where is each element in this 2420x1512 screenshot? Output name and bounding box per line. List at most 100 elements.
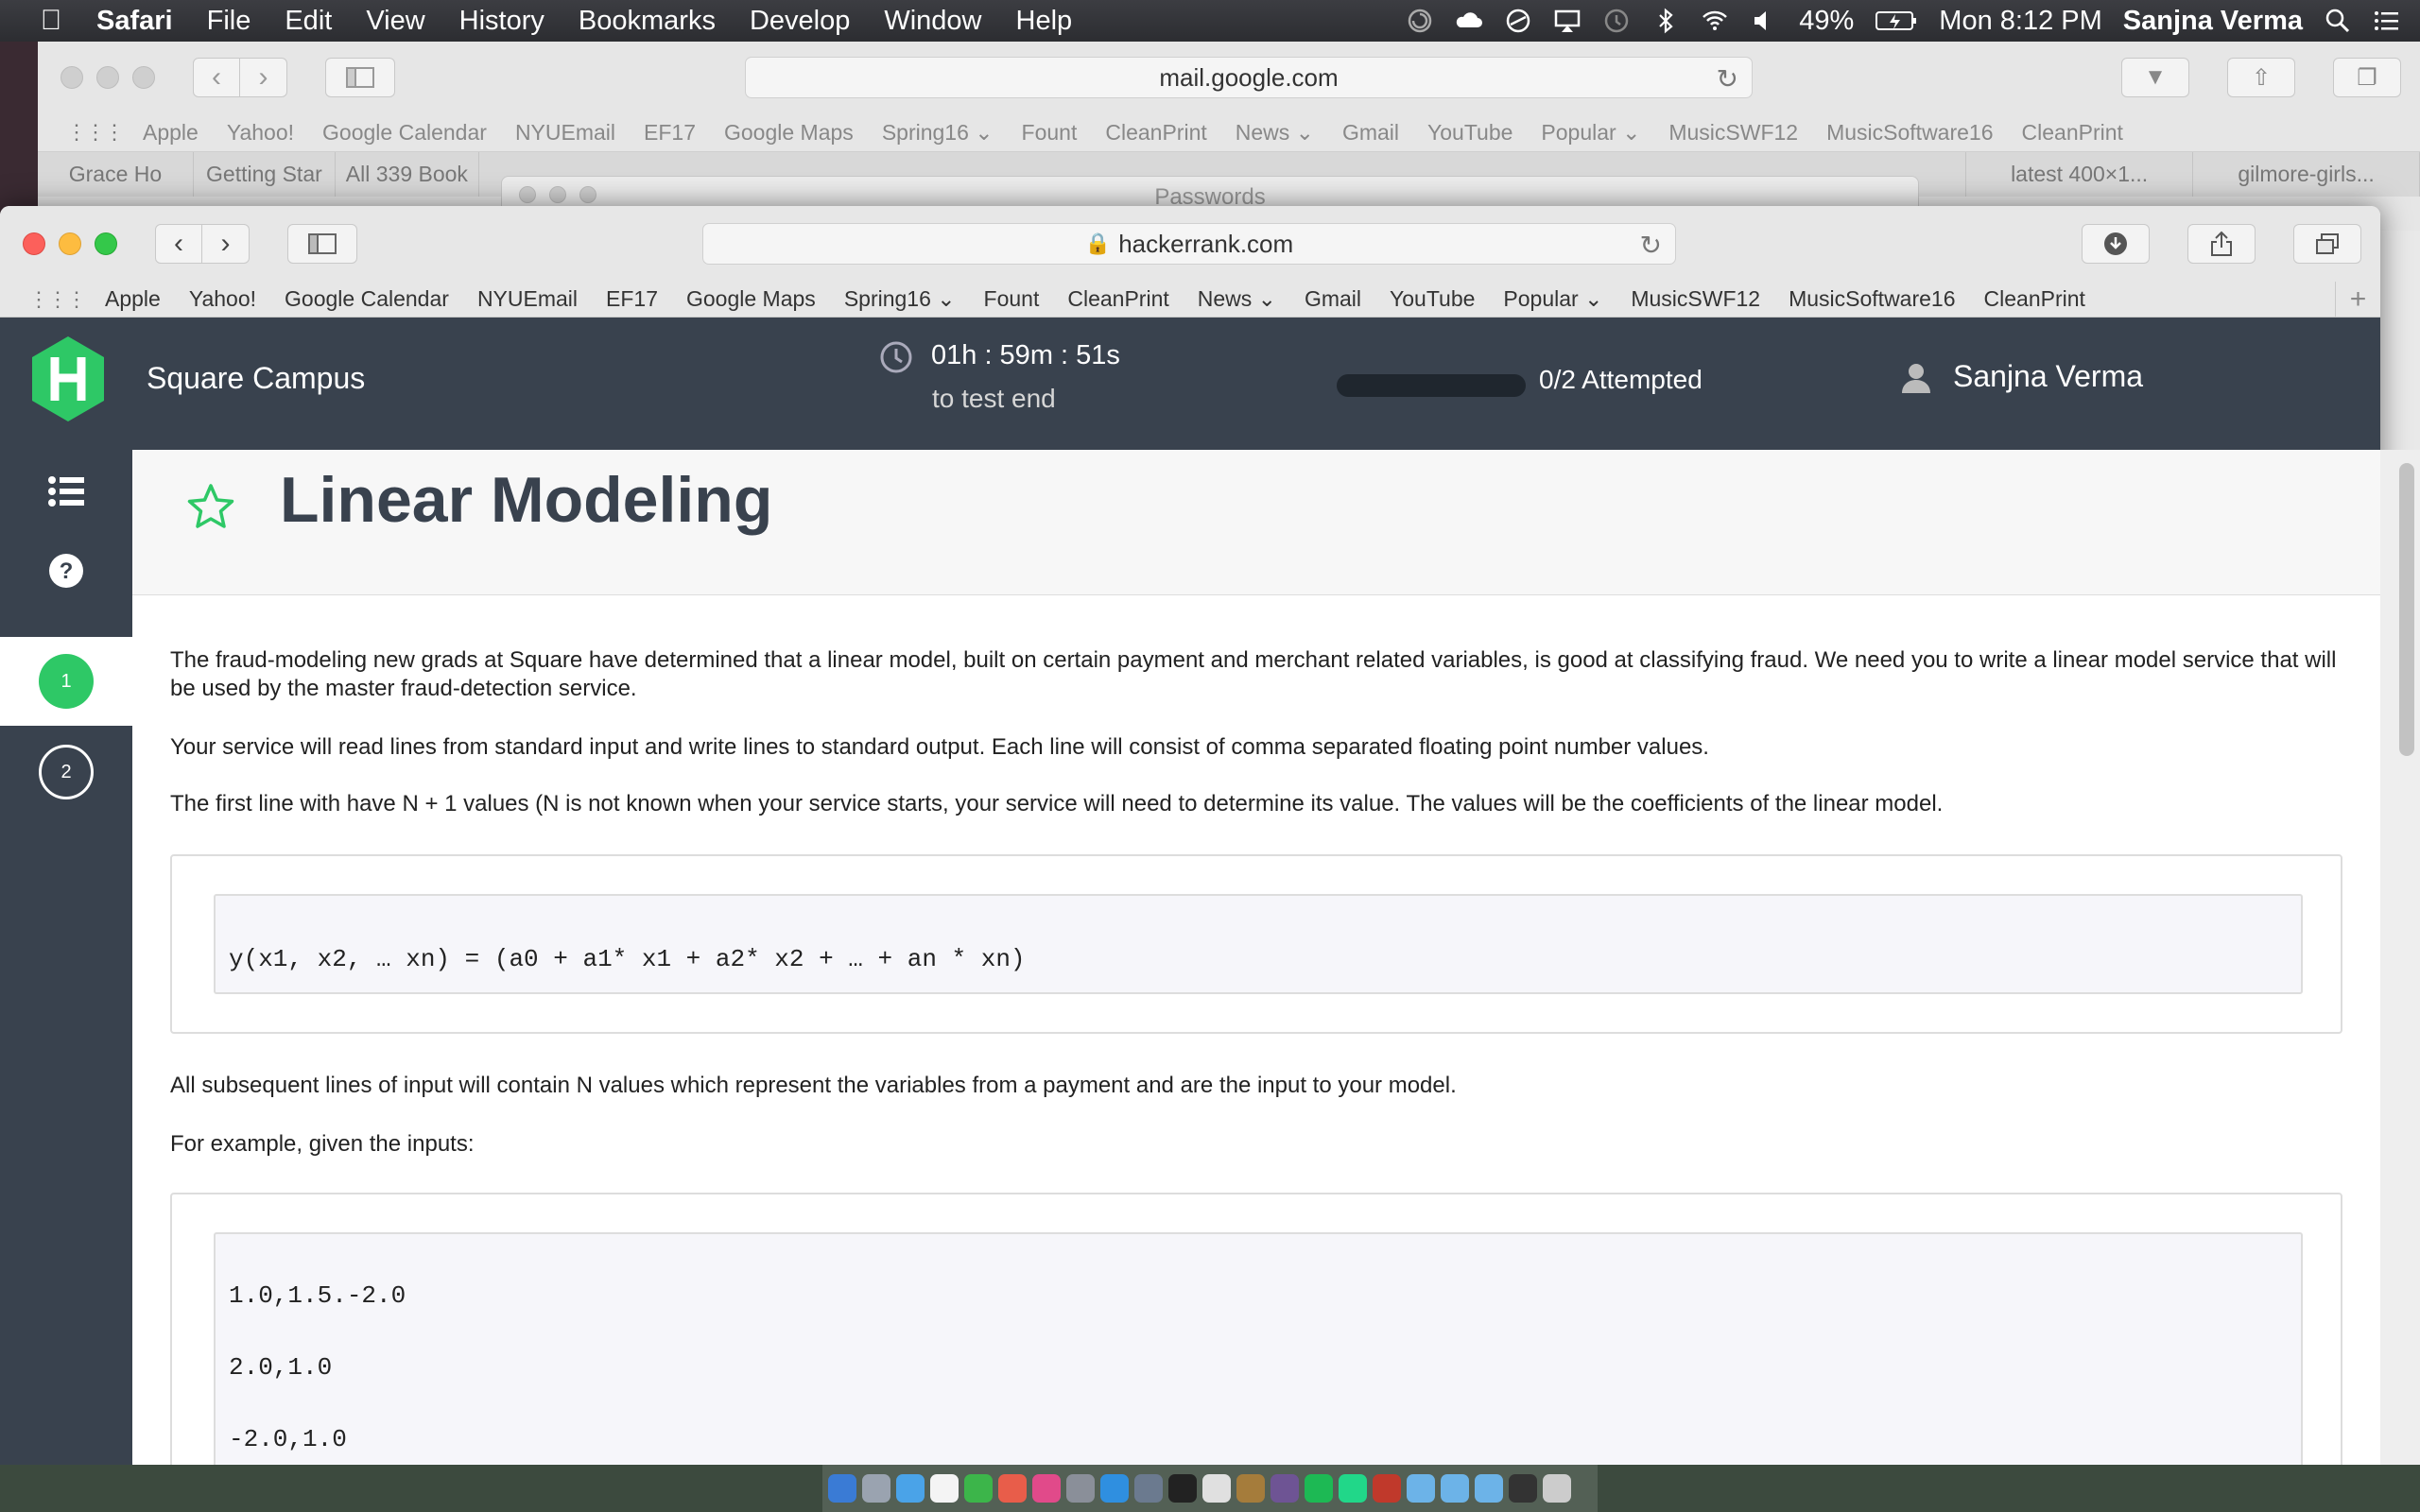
- tabs-overview-icon[interactable]: [2293, 224, 2361, 264]
- back-tab[interactable]: gilmore-girls...: [2193, 152, 2420, 197]
- back-bookmark-item[interactable]: Fount: [1008, 120, 1092, 146]
- back-tab[interactable]: Getting Star: [194, 152, 336, 197]
- back-tab[interactable]: All 339 Book: [336, 152, 479, 197]
- back-bookmark-item[interactable]: Popular ⌄: [1527, 120, 1654, 146]
- page-scrollbar-track[interactable]: [2380, 450, 2420, 1465]
- menu-develop[interactable]: Develop: [733, 6, 867, 37]
- back-bookmark-item[interactable]: Apple: [129, 120, 213, 146]
- terminal-icon[interactable]: [1168, 1474, 1197, 1503]
- cloud-icon[interactable]: [1455, 7, 1483, 35]
- back-bookmark-item[interactable]: NYUEmail: [501, 120, 630, 146]
- apple-menu-icon[interactable]: : [23, 5, 79, 37]
- itunes-icon[interactable]: [1032, 1474, 1061, 1503]
- back-minimize-button[interactable]: [96, 66, 119, 89]
- menubar-clock[interactable]: Mon 8:12 PM: [1939, 6, 2101, 37]
- bookmark-folder-popular[interactable]: Popular ⌄: [1489, 286, 1616, 312]
- bookmark-google-calendar[interactable]: Google Calendar: [270, 286, 463, 312]
- back-bookmark-item[interactable]: Spring16 ⌄: [868, 120, 1008, 146]
- battery-percent[interactable]: 49%: [1799, 6, 1854, 37]
- page-scrollbar-thumb[interactable]: [2399, 463, 2414, 756]
- minimized-window-icon[interactable]: [1509, 1474, 1537, 1503]
- menu-view[interactable]: View: [349, 6, 441, 37]
- top-sites-icon[interactable]: ⋮⋮⋮: [28, 287, 87, 312]
- bookmark-ef17[interactable]: EF17: [592, 286, 672, 312]
- back-downloads-icon[interactable]: ▼: [2121, 58, 2189, 97]
- bookmark-fount[interactable]: Fount: [970, 286, 1054, 312]
- folder-icon[interactable]: [1441, 1474, 1469, 1503]
- notification-center-icon[interactable]: [2373, 7, 2401, 35]
- calendar-icon[interactable]: [930, 1474, 959, 1503]
- bluetooth-icon[interactable]: [1651, 7, 1680, 35]
- nav-back-button[interactable]: ‹: [155, 224, 202, 264]
- trash-icon[interactable]: [1543, 1474, 1571, 1503]
- nav-forward-button[interactable]: ›: [202, 224, 250, 264]
- back-reload-icon[interactable]: ↻: [1717, 63, 1738, 94]
- airplay-icon[interactable]: [1553, 7, 1582, 35]
- back-tab[interactable]: latest 400×1...: [1966, 152, 2194, 197]
- folder-icon[interactable]: [1475, 1474, 1503, 1503]
- menu-edit[interactable]: Edit: [268, 6, 349, 37]
- back-top-sites-icon[interactable]: ⋮⋮⋮: [66, 120, 125, 145]
- close-button[interactable]: [23, 232, 45, 255]
- back-bookmark-item[interactable]: Gmail: [1328, 120, 1413, 146]
- new-tab-plus-icon[interactable]: +: [2335, 281, 2380, 318]
- bookmark-musicswf12[interactable]: MusicSWF12: [1616, 286, 1774, 312]
- launchpad-icon[interactable]: [862, 1474, 890, 1503]
- bookmark-yahoo[interactable]: Yahoo!: [175, 286, 270, 312]
- question-nav-1[interactable]: 1: [0, 637, 132, 726]
- volume-icon[interactable]: [1750, 7, 1778, 35]
- back-bookmark-item[interactable]: CleanPrint: [2008, 120, 2137, 146]
- address-bar[interactable]: 🔒 hackerrank.com ↻: [702, 223, 1676, 265]
- back-bookmark-item[interactable]: MusicSoftware16: [1812, 120, 2007, 146]
- back-bookmark-item[interactable]: CleanPrint: [1091, 120, 1220, 146]
- back-address-bar[interactable]: mail.google.com ↻: [745, 57, 1753, 98]
- sidebar-toggle-icon[interactable]: [287, 224, 357, 264]
- facetime-icon[interactable]: [964, 1474, 993, 1503]
- back-bookmark-item[interactable]: MusicSWF12: [1654, 120, 1812, 146]
- bookmark-nyuemail[interactable]: NYUEmail: [463, 286, 592, 312]
- back-tab[interactable]: Grace Ho: [38, 152, 194, 197]
- finder-icon[interactable]: [828, 1474, 856, 1503]
- question-list-icon[interactable]: [47, 472, 85, 510]
- bookmark-folder-spring16[interactable]: Spring16 ⌄: [830, 286, 970, 312]
- reload-icon[interactable]: ↻: [1640, 230, 1662, 261]
- back-nav-back-button[interactable]: ‹: [193, 58, 240, 97]
- menu-file[interactable]: File: [190, 6, 268, 37]
- bookmark-google-maps[interactable]: Google Maps: [672, 286, 830, 312]
- sync-icon[interactable]: [1504, 7, 1532, 35]
- back-bookmark-item[interactable]: News ⌄: [1221, 120, 1328, 146]
- share-icon[interactable]: [2187, 224, 2256, 264]
- pycharm-icon[interactable]: [1339, 1474, 1367, 1503]
- system-preferences-icon[interactable]: [1066, 1474, 1095, 1503]
- spotify-icon[interactable]: [1305, 1474, 1333, 1503]
- safari-icon[interactable]: [1100, 1474, 1129, 1503]
- question-nav-2[interactable]: 2: [0, 728, 132, 816]
- back-zoom-button[interactable]: [132, 66, 155, 89]
- notes-icon[interactable]: [1236, 1474, 1265, 1503]
- back-bookmark-item[interactable]: YouTube: [1413, 120, 1527, 146]
- hackerrank-logo-icon[interactable]: [28, 335, 108, 423]
- back-close-button[interactable]: [60, 66, 83, 89]
- back-bookmark-item[interactable]: Google Maps: [710, 120, 868, 146]
- folder-icon[interactable]: [1407, 1474, 1435, 1503]
- back-share-icon[interactable]: ⇧: [2227, 58, 2295, 97]
- messages-icon[interactable]: [896, 1474, 925, 1503]
- time-machine-icon[interactable]: [1602, 7, 1631, 35]
- bookmark-cleanprint-2[interactable]: CleanPrint: [1970, 286, 2100, 312]
- downloads-icon[interactable]: [2082, 224, 2150, 264]
- example-input-code[interactable]: 1.0,1.5.-2.0 2.0,1.0 -2.0,1.0: [214, 1232, 2303, 1465]
- app-s-icon[interactable]: [1202, 1474, 1231, 1503]
- back-sidebar-toggle-icon[interactable]: [325, 58, 395, 97]
- menu-bookmarks[interactable]: Bookmarks: [562, 6, 733, 37]
- spotlight-search-icon[interactable]: [2324, 7, 2352, 35]
- github-icon[interactable]: [1270, 1474, 1299, 1503]
- swirl-status-icon[interactable]: [1406, 7, 1434, 35]
- back-bookmark-item[interactable]: Google Calendar: [308, 120, 501, 146]
- help-icon[interactable]: ?: [47, 552, 85, 590]
- bookmark-musicsoftware16[interactable]: MusicSoftware16: [1774, 286, 1969, 312]
- back-bookmark-item[interactable]: EF17: [630, 120, 710, 146]
- photos-icon[interactable]: [998, 1474, 1027, 1503]
- bookmark-gmail[interactable]: Gmail: [1290, 286, 1375, 312]
- bookmark-youtube[interactable]: YouTube: [1375, 286, 1489, 312]
- back-bookmark-item[interactable]: Yahoo!: [213, 120, 308, 146]
